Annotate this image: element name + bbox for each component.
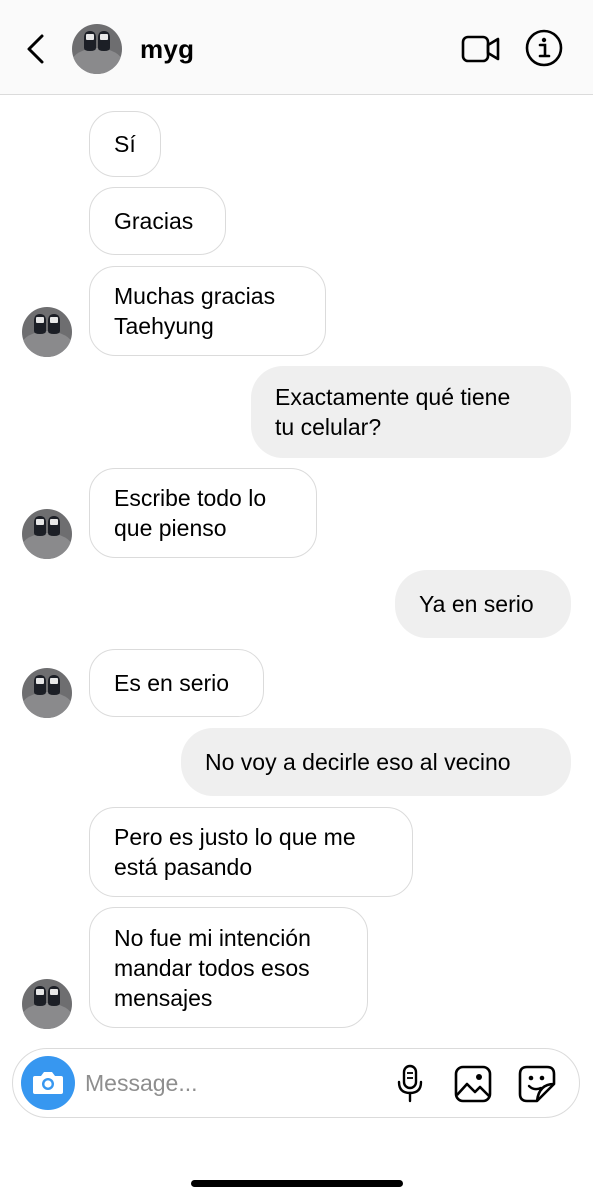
message-bubble-incoming[interactable]: Es en serio xyxy=(89,649,264,717)
message-text: Exactamente qué tiene xyxy=(275,384,511,410)
message-bubble-incoming[interactable]: Gracias xyxy=(89,187,226,255)
message-text: que pienso xyxy=(114,515,227,541)
message-text: mandar todos esos xyxy=(114,954,310,981)
message-text: Escribe todo lo xyxy=(114,485,267,511)
video-call-button[interactable] xyxy=(460,30,502,68)
message-bubble-outgoing[interactable]: Exactamente qué tiene tu celular? xyxy=(251,366,571,458)
avatar[interactable] xyxy=(22,509,72,559)
message-text: Taehyung xyxy=(114,313,214,339)
message-text: Muchas gracias xyxy=(114,283,276,309)
video-camera-icon xyxy=(461,35,500,63)
sticker-button[interactable] xyxy=(517,1064,557,1104)
message-bubble-outgoing[interactable]: No voy a decirle eso al vecino xyxy=(181,728,571,796)
chevron-left-icon xyxy=(27,34,44,64)
microphone-button[interactable] xyxy=(393,1063,427,1105)
info-button[interactable] xyxy=(524,28,564,68)
gallery-button[interactable] xyxy=(453,1064,493,1104)
message-bubble-outgoing[interactable]: Ya en serio xyxy=(395,570,571,638)
chat-header: myg xyxy=(0,0,593,95)
message-bubble-incoming[interactable]: Sí xyxy=(89,111,161,177)
message-text: No fue mi intención xyxy=(114,924,311,951)
avatar[interactable] xyxy=(22,668,72,718)
info-icon xyxy=(525,29,563,67)
home-indicator xyxy=(191,1180,403,1187)
message-bubble-incoming[interactable]: Escribe todo lo que pienso xyxy=(89,468,317,558)
microphone-icon xyxy=(397,1064,423,1103)
message-text: Gracias xyxy=(114,208,194,234)
message-text: Es en serio xyxy=(114,670,230,696)
message-text: Pero es justo lo que me xyxy=(114,824,356,850)
gallery-icon xyxy=(454,1065,492,1103)
message-text: Sí xyxy=(114,131,136,157)
avatar[interactable] xyxy=(22,979,72,1029)
message-bubble-incoming[interactable]: Muchas gracias Taehyung xyxy=(89,266,326,356)
message-text: Ya en serio xyxy=(419,591,534,617)
message-input[interactable] xyxy=(85,1066,365,1100)
avatar[interactable] xyxy=(72,24,122,74)
message-composer xyxy=(12,1048,580,1118)
camera-icon xyxy=(33,1072,63,1094)
message-text: No voy a decirle eso al vecino xyxy=(205,749,511,775)
camera-button[interactable] xyxy=(21,1056,75,1110)
message-text: tu celular? xyxy=(275,414,382,440)
message-text: está pasando xyxy=(114,854,253,880)
back-button[interactable] xyxy=(22,32,52,66)
message-bubble-incoming[interactable]: No fue mi intención mandar todos esos me… xyxy=(89,907,368,1028)
message-bubble-incoming[interactable]: Pero es justo lo que me está pasando xyxy=(89,807,413,897)
contact-name[interactable]: myg xyxy=(140,34,194,65)
avatar[interactable] xyxy=(22,307,72,357)
sticker-icon xyxy=(518,1065,556,1103)
message-text: mensajes xyxy=(114,984,213,1011)
